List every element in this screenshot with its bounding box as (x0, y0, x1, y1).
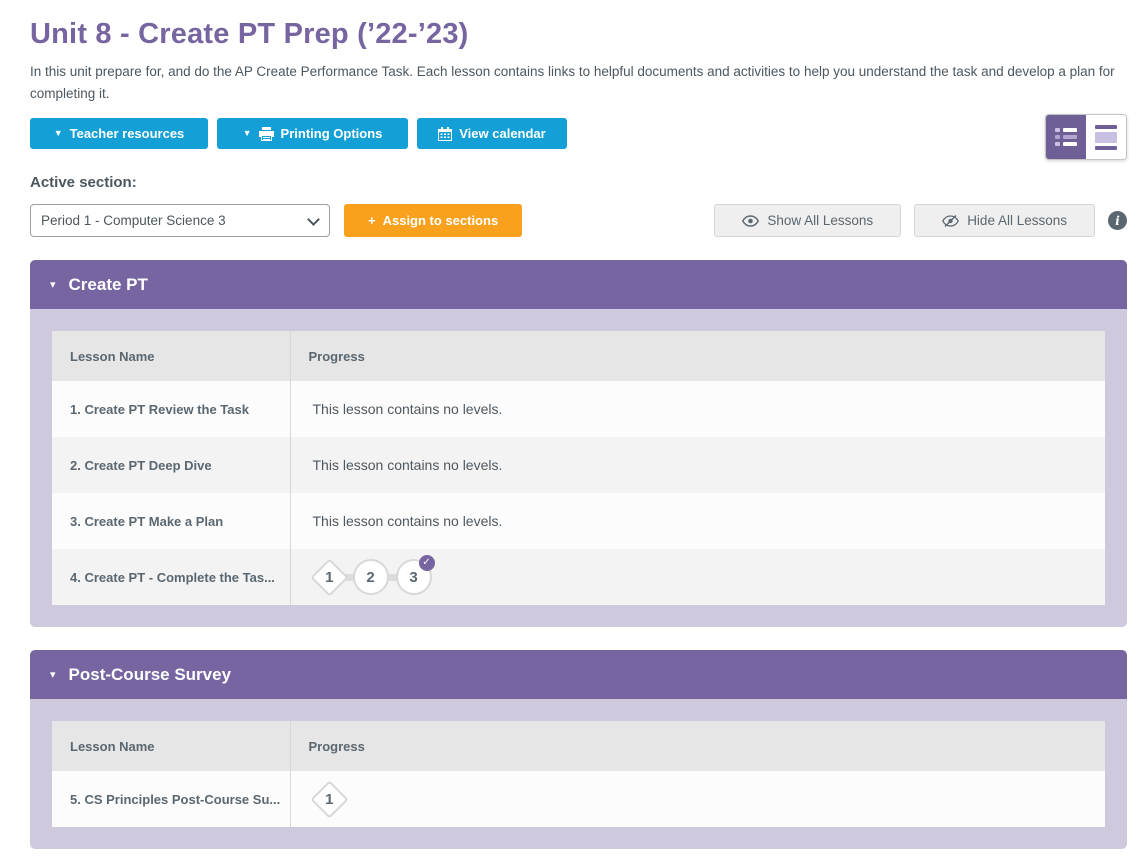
lesson-name-link[interactable]: 5. CS Principles Post-Course Su... (52, 771, 290, 827)
level-progress: 1 (313, 784, 1105, 815)
lesson-group-body: Lesson Name Progress 1. Create PT Review… (30, 309, 1127, 627)
lesson-group-body: Lesson Name Progress 5. CS Principles Po… (30, 699, 1127, 849)
section-select-wrap: Period 1 - Computer Science 3 (30, 204, 330, 237)
caret-down-icon: ▼ (54, 129, 63, 138)
view-calendar-button[interactable]: View calendar (417, 118, 567, 149)
lesson-row: 1. Create PT Review the Task This lesson… (52, 381, 1105, 437)
column-header-lesson-name: Lesson Name (52, 331, 290, 381)
lesson-row: 2. Create PT Deep Dive This lesson conta… (52, 437, 1105, 493)
lesson-row: 3. Create PT Make a Plan This lesson con… (52, 493, 1105, 549)
lesson-row: 5. CS Principles Post-Course Su... 1 (52, 771, 1105, 827)
page-title: Unit 8 - Create PT Prep (’22-’23) (30, 18, 1127, 51)
caret-down-icon: ▾ (50, 278, 56, 291)
progress-text: This lesson contains no levels. (290, 493, 1105, 549)
printing-options-button[interactable]: ▼ Printing Options (217, 118, 408, 149)
section-select[interactable]: Period 1 - Computer Science 3 (30, 204, 330, 237)
eye-slash-icon (942, 215, 959, 227)
unit-description: In this unit prepare for, and do the AP … (30, 61, 1122, 104)
column-header-lesson-name: Lesson Name (52, 721, 290, 771)
assign-to-sections-label: Assign to sections (383, 213, 499, 228)
lesson-group-title: Post-Course Survey (69, 665, 232, 685)
lesson-group-create-pt: ▾ Create PT Lesson Name Progress 1. Crea… (30, 260, 1127, 627)
lesson-name-link[interactable]: 4. Create PT - Complete the Tas... (52, 549, 290, 605)
unit-overview-page: Unit 8 - Create PT Prep (’22-’23) In thi… (0, 0, 1145, 849)
table-header-row: Lesson Name Progress (52, 331, 1105, 381)
assign-to-sections-button[interactable]: + Assign to sections (344, 204, 522, 237)
progress-levels: 1 2 3 ✓ (290, 549, 1105, 605)
plus-icon: + (368, 213, 376, 228)
list-view-button[interactable] (1046, 115, 1086, 159)
lesson-name-link[interactable]: 1. Create PT Review the Task (52, 381, 290, 437)
lesson-visibility-controls: Show All Lessons Hide All Lessons i (714, 204, 1127, 237)
hide-all-lessons-button[interactable]: Hide All Lessons (914, 204, 1095, 237)
lesson-group-header[interactable]: ▾ Create PT (30, 260, 1127, 309)
lesson-name-link[interactable]: 2. Create PT Deep Dive (52, 437, 290, 493)
lesson-group-header[interactable]: ▾ Post-Course Survey (30, 650, 1127, 699)
hide-all-lessons-label: Hide All Lessons (967, 213, 1067, 228)
caret-down-icon: ▾ (50, 668, 56, 681)
active-section-label: Active section: (30, 174, 1127, 191)
column-header-progress: Progress (290, 331, 1105, 381)
lesson-row: 4. Create PT - Complete the Tas... 1 2 3… (52, 549, 1105, 605)
view-calendar-label: View calendar (459, 126, 545, 141)
view-toggle (1045, 114, 1127, 160)
lessons-table: Lesson Name Progress 1. Create PT Review… (52, 331, 1105, 605)
level-progress: 1 2 3 ✓ (313, 559, 1105, 595)
level-bubble[interactable]: 3 ✓ (396, 559, 432, 595)
list-view-icon (1055, 128, 1077, 146)
detail-view-button[interactable] (1086, 115, 1126, 159)
printer-icon (259, 127, 274, 141)
eye-icon (742, 215, 759, 227)
show-all-lessons-button[interactable]: Show All Lessons (714, 204, 901, 237)
lessons-table: Lesson Name Progress 5. CS Principles Po… (52, 721, 1105, 827)
lesson-name-link[interactable]: 3. Create PT Make a Plan (52, 493, 290, 549)
level-bubble[interactable]: 1 (310, 558, 348, 596)
caret-down-icon: ▼ (243, 129, 252, 138)
completed-check-icon: ✓ (419, 555, 435, 571)
toolbar: ▼ Teacher resources ▼ Printing Options V… (30, 118, 1127, 164)
level-bubble[interactable]: 1 (310, 780, 348, 818)
lesson-group-post-course-survey: ▾ Post-Course Survey Lesson Name Progres… (30, 650, 1127, 849)
section-controls: Period 1 - Computer Science 3 + Assign t… (30, 204, 1127, 237)
info-icon[interactable]: i (1108, 211, 1127, 230)
progress-text: This lesson contains no levels. (290, 437, 1105, 493)
teacher-resources-button[interactable]: ▼ Teacher resources (30, 118, 208, 149)
progress-text: This lesson contains no levels. (290, 381, 1105, 437)
show-all-lessons-label: Show All Lessons (767, 213, 873, 228)
column-header-progress: Progress (290, 721, 1105, 771)
table-header-row: Lesson Name Progress (52, 721, 1105, 771)
calendar-icon (438, 127, 452, 141)
detail-view-icon (1095, 125, 1117, 150)
teacher-resources-label: Teacher resources (70, 126, 185, 141)
lesson-group-title: Create PT (69, 275, 148, 295)
level-bubble[interactable]: 2 (353, 559, 389, 595)
progress-levels: 1 (290, 771, 1105, 827)
printing-options-label: Printing Options (281, 126, 383, 141)
